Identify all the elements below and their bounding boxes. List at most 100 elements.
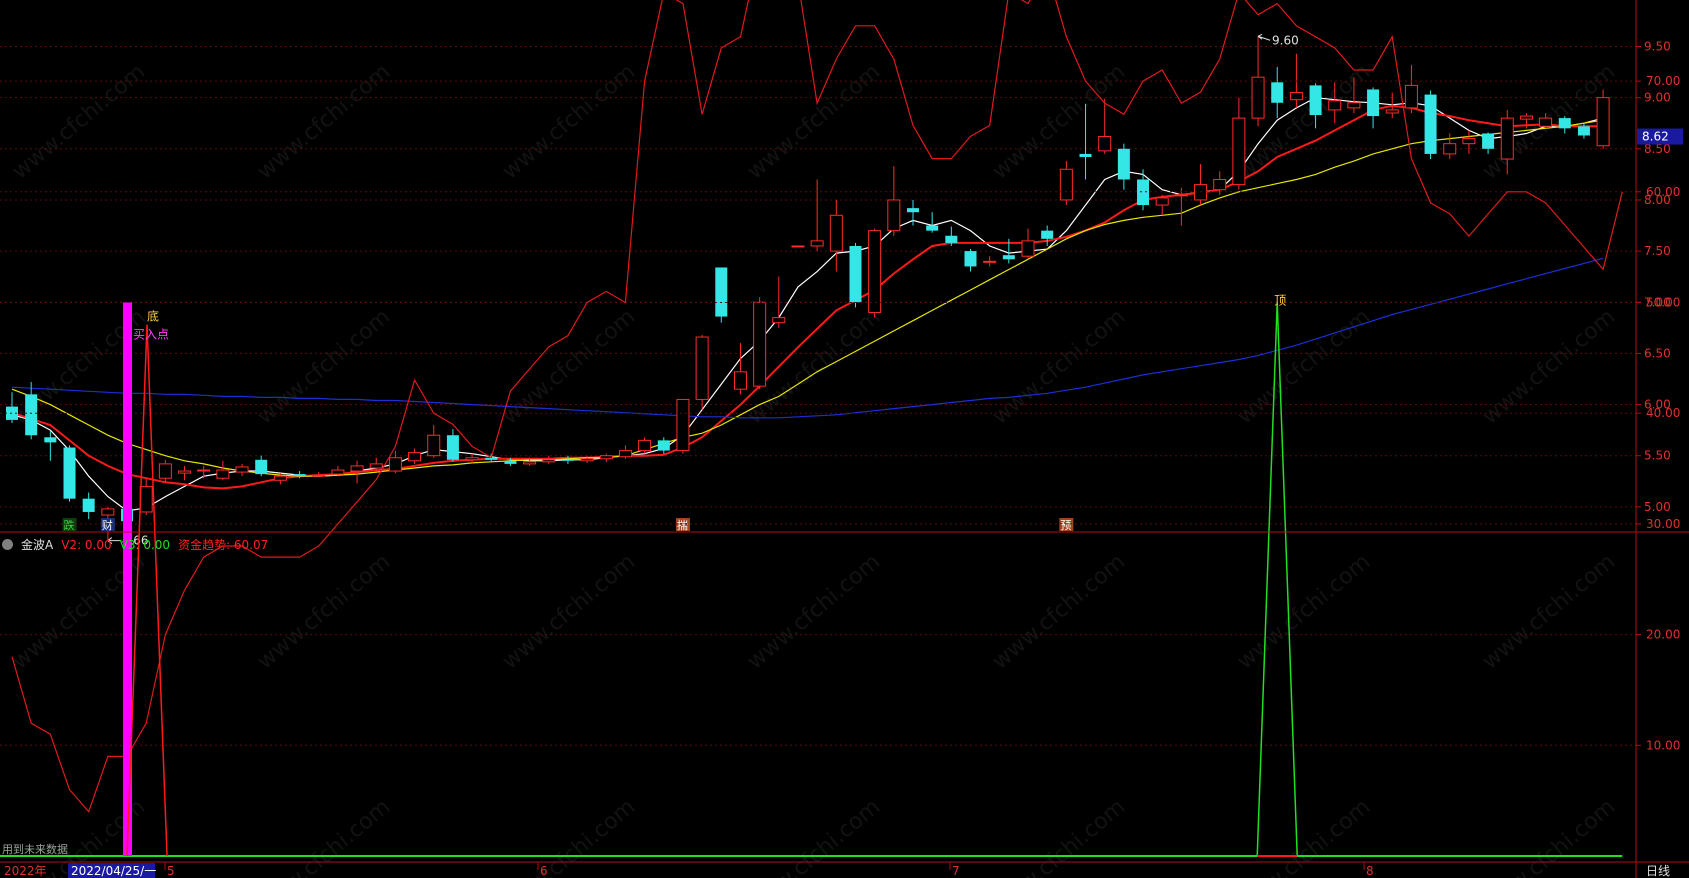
candle-body — [829, 214, 843, 252]
candle — [599, 453, 613, 462]
watermark-text: www.cfchi.com — [498, 304, 640, 429]
candle-body — [1041, 230, 1054, 239]
candle-body — [1289, 92, 1303, 101]
candle-body — [906, 208, 919, 213]
ma-line-2 — [11, 119, 1604, 477]
candle — [1482, 132, 1495, 154]
candle-body — [638, 439, 652, 452]
price-tick-label: 7.50 — [1644, 244, 1671, 258]
candle-body — [810, 240, 824, 247]
candle-body — [1155, 197, 1169, 206]
candle-body — [139, 485, 153, 513]
candle-body — [44, 437, 57, 443]
watermark-text: www.cfchi.com — [253, 59, 395, 184]
candle-body — [753, 301, 767, 387]
candle — [1155, 194, 1169, 216]
candle-body — [657, 440, 670, 451]
candle-body — [446, 435, 459, 460]
current-price-label: 8.62 — [1642, 130, 1669, 144]
candle-body — [1251, 76, 1265, 119]
candle-body — [331, 469, 345, 475]
candle — [618, 445, 632, 459]
high-price-label: 9.60 — [1272, 33, 1299, 47]
candle-body — [63, 447, 76, 499]
candle — [63, 445, 76, 502]
candle — [695, 334, 709, 410]
candle-body — [523, 461, 537, 465]
candle — [657, 437, 670, 454]
indicator-name[interactable]: 金波A — [21, 536, 53, 553]
indicator-tick-label: 30.00 — [1646, 517, 1680, 531]
timeframe-label: 日线 — [1646, 864, 1670, 878]
candle-body — [1404, 84, 1418, 109]
indicator-tick-label: 50.00 — [1646, 296, 1680, 310]
price-tick-label: 9.50 — [1644, 40, 1671, 54]
signal-tag-text: 跌 — [64, 518, 75, 532]
indicator-tick-label: 40.00 — [1646, 406, 1680, 420]
candle — [926, 212, 939, 233]
candle-body — [791, 245, 805, 248]
candle — [849, 242, 862, 308]
legend-v3: V3: 0.00 — [119, 537, 171, 552]
candle — [216, 460, 230, 481]
candle — [1443, 133, 1457, 160]
candle — [772, 276, 786, 328]
candle — [791, 245, 805, 248]
signal-tag-text: 财 — [102, 518, 113, 532]
candle-body — [1539, 117, 1553, 127]
candle-body — [1213, 178, 1227, 191]
candle-body — [1174, 194, 1188, 197]
indicator-tick-label: 20.00 — [1646, 628, 1680, 642]
candle — [753, 297, 767, 390]
watermark-text: www.cfchi.com — [498, 59, 640, 184]
year-label: 2022年 — [4, 864, 47, 878]
bottom-label: 底 — [147, 309, 159, 324]
date-label: 2022/04/25/一 — [71, 864, 156, 878]
watermark-text: www.cfchi.com — [253, 549, 395, 674]
candle-body — [1596, 97, 1610, 147]
candle-body — [427, 434, 441, 457]
candle-body — [1443, 143, 1457, 155]
candle-body — [945, 235, 958, 243]
candle-body — [1385, 109, 1399, 114]
candle — [1117, 143, 1130, 190]
candle — [158, 459, 172, 483]
candle — [1194, 164, 1208, 206]
price-tick-label: 9.00 — [1644, 91, 1671, 105]
price-tick-label: 6.50 — [1644, 346, 1671, 360]
candle — [1232, 97, 1246, 190]
candle-body — [1002, 255, 1015, 260]
candle-body — [235, 466, 249, 473]
watermark-text: www.cfchi.com — [498, 794, 640, 878]
candle-body — [1079, 153, 1092, 157]
candle — [715, 267, 728, 323]
candle — [887, 166, 901, 236]
candle-body — [25, 394, 38, 436]
candle — [1041, 225, 1054, 246]
candle-body — [926, 225, 939, 231]
watermark-text: www.cfchi.com — [498, 549, 640, 674]
candle-body — [887, 199, 901, 232]
candle-body — [772, 317, 786, 324]
candle — [964, 249, 977, 272]
chart-canvas[interactable]: www.cfchi.com www.cfchi.com www.cfchi.com w… — [0, 0, 1689, 878]
price-tick-label: 5.00 — [1644, 500, 1671, 514]
candle-body — [1309, 85, 1322, 116]
candle-body — [580, 458, 594, 462]
candle — [1251, 36, 1265, 127]
signal-tag-text: 预 — [1060, 519, 1071, 532]
candle-body — [255, 459, 268, 475]
indicator-collapse-icon[interactable] — [2, 539, 13, 550]
watermark-text: www.cfchi.com — [8, 59, 150, 184]
watermark-text: www.cfchi.com — [743, 794, 885, 878]
candle — [1271, 66, 1284, 119]
candle-body — [504, 460, 517, 464]
candle — [1558, 116, 1571, 134]
candle — [542, 455, 556, 464]
month-label: 8 — [1366, 864, 1374, 878]
candle-body — [1462, 138, 1476, 145]
watermark-layer: www.cfchi.com www.cfchi.com www.cfchi.com w… — [8, 59, 1620, 878]
price-tick-label: 5.50 — [1644, 449, 1671, 463]
candle — [868, 228, 882, 318]
top-label: 顶 — [1274, 294, 1286, 308]
